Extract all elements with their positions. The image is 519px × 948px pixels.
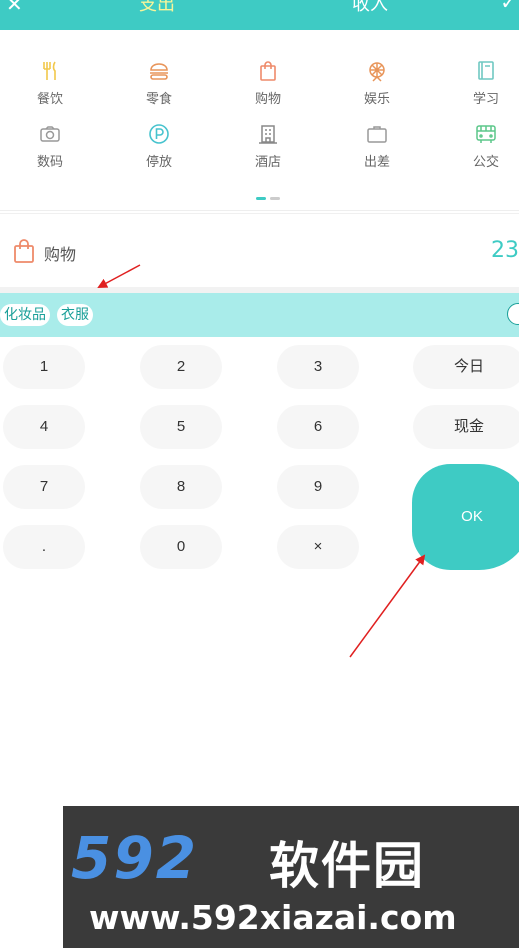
category-hotel[interactable]: 酒店	[223, 121, 313, 170]
keypad: 1 2 3 今日 4 5 6 现金 7 8 9 . 0 × OK	[0, 337, 519, 817]
key-9[interactable]: 9	[277, 465, 359, 509]
category-study[interactable]: 学习	[441, 58, 519, 107]
category-parking[interactable]: 停放	[114, 121, 204, 170]
camera-icon	[5, 121, 95, 147]
bus-icon	[441, 121, 519, 147]
category-label: 公交	[472, 155, 499, 170]
key-3[interactable]: 3	[277, 345, 359, 389]
burger-icon	[114, 58, 204, 84]
category-label: 购物	[254, 92, 281, 107]
tag-cosmetics[interactable]: 化妆品	[0, 304, 50, 326]
tag-clothes[interactable]: 衣服	[57, 304, 93, 326]
parking-icon	[114, 121, 204, 147]
category-label: 停放	[145, 155, 172, 170]
site-watermark: 592 软件园 www.592xiazai.com	[63, 806, 519, 948]
category-shopping[interactable]: 购物	[223, 58, 313, 107]
category-label: 数码	[36, 155, 63, 170]
today-button[interactable]: 今日	[413, 345, 519, 389]
ok-button[interactable]: OK	[412, 464, 519, 570]
watermark-name: 软件园	[269, 837, 425, 895]
key-4[interactable]: 4	[3, 405, 85, 449]
page-dot	[270, 197, 280, 200]
category-panel: 餐饮 零食 购物 娱乐 学习 数码 停放 酒店 出差 公交	[0, 30, 519, 211]
category-label: 学习	[472, 92, 499, 107]
key-delete[interactable]: ×	[277, 525, 359, 569]
category-label: 零食	[145, 92, 172, 107]
add-tag-icon[interactable]	[507, 303, 519, 325]
key-1[interactable]: 1	[3, 345, 85, 389]
selected-category-name: 购物	[44, 245, 77, 264]
tab-income[interactable]: 收入	[352, 0, 388, 16]
category-digital[interactable]: 数码	[5, 121, 95, 170]
watermark-numeral: 592	[71, 824, 199, 892]
category-label: 餐饮	[36, 92, 63, 107]
category-label: 酒店	[254, 155, 281, 170]
key-5[interactable]: 5	[140, 405, 222, 449]
hotel-icon	[223, 121, 313, 147]
cash-button[interactable]: 现金	[413, 405, 519, 449]
check-icon[interactable]: ✓	[500, 0, 517, 14]
key-6[interactable]: 6	[277, 405, 359, 449]
category-business-trip[interactable]: 出差	[332, 121, 422, 170]
key-0[interactable]: 0	[140, 525, 222, 569]
key-2[interactable]: 2	[140, 345, 222, 389]
key-7[interactable]: 7	[3, 465, 85, 509]
watermark-url: www.592xiazai.com	[89, 898, 457, 937]
tag-bar: 化妆品 衣服	[0, 293, 519, 337]
key-8[interactable]: 8	[140, 465, 222, 509]
shopping-bag-icon	[223, 58, 313, 84]
key-decimal[interactable]: .	[3, 525, 85, 569]
top-bar: ✕ 支出 收入 ✓	[0, 0, 519, 30]
utensils-icon	[5, 58, 95, 84]
page-indicator	[256, 197, 280, 200]
briefcase-icon	[332, 121, 422, 147]
category-label: 娱乐	[363, 92, 390, 107]
amount-display: 23	[491, 238, 519, 263]
tab-expense[interactable]: 支出	[139, 0, 175, 16]
close-icon[interactable]: ✕	[6, 0, 23, 16]
shopping-bag-icon	[12, 238, 36, 268]
selected-category-row: 购物 23	[0, 213, 519, 288]
category-bus[interactable]: 公交	[441, 121, 519, 170]
ferris-wheel-icon	[332, 58, 422, 84]
category-label: 出差	[363, 155, 390, 170]
category-entertainment[interactable]: 娱乐	[332, 58, 422, 107]
category-snacks[interactable]: 零食	[114, 58, 204, 107]
page-dot-active	[256, 197, 266, 200]
category-dining[interactable]: 餐饮	[5, 58, 95, 107]
book-icon	[441, 58, 519, 84]
